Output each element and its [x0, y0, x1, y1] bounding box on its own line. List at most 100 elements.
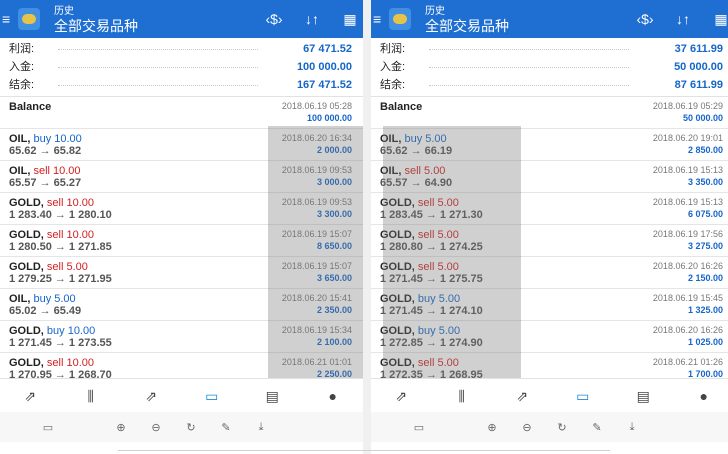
- deal-action: sell 10.00: [33, 165, 81, 177]
- dotted-leader: [58, 49, 258, 50]
- menu-icon[interactable]: ≡: [2, 12, 12, 26]
- balance-row[interactable]: Balance 2018.06.19 05:29 50 000.00: [371, 97, 728, 129]
- zoom-out-icon[interactable]: ⊖: [521, 421, 533, 434]
- summary-row: 利润: 37 611.99: [371, 40, 728, 58]
- watermark-overlay: [383, 126, 521, 378]
- symbol-name: OIL,: [9, 293, 31, 305]
- edit-icon[interactable]: ✎: [220, 421, 232, 434]
- balance-row[interactable]: Balance 2018.06.19 05:28 100 000.00: [0, 97, 363, 129]
- all-symbols-title[interactable]: 全部交易品种: [425, 19, 509, 33]
- deal-prices: 65.62 → 65.82: [9, 145, 82, 157]
- currency-exchange-icon[interactable]: ‹$›: [632, 11, 658, 27]
- logo-icon: [18, 8, 40, 30]
- chat-tab-icon[interactable]: ●: [689, 388, 719, 404]
- deal-prices: 1 280.50 → 1 271.85: [9, 241, 112, 253]
- chart-tab-icon[interactable]: ⇗: [507, 388, 537, 405]
- history-title: 历史: [54, 6, 74, 17]
- sort-icon[interactable]: ↓↑: [670, 11, 696, 27]
- deal-prices: 65.02 → 65.49: [9, 305, 82, 317]
- deal-date: 2018.06.19 15:13: [652, 165, 723, 175]
- deal-prices: 65.57 → 65.27: [9, 177, 82, 189]
- header-actions: ‹$› ↓↑ ▦: [620, 0, 728, 38]
- summary-value: 100 000.00: [296, 61, 352, 73]
- deal-amount: 6 075.00: [687, 209, 723, 219]
- symbol-name: GOLD,: [9, 229, 44, 241]
- deal-amount: 2 850.00: [687, 145, 723, 155]
- summary-label: 入金:: [380, 61, 406, 73]
- account-summary: 利润: 67 471.52 入金: 100 000.00 结余: 167 471.52: [0, 40, 363, 96]
- deal-symbol: OIL, sell 10.00: [9, 165, 81, 177]
- trade-tab-icon[interactable]: ⇗: [15, 388, 45, 405]
- symbol-name: GOLD,: [9, 197, 44, 209]
- summary-label: 入金:: [9, 61, 35, 73]
- dotted-leader: [58, 85, 258, 86]
- logo-icon: [389, 8, 411, 30]
- deal-symbol: GOLD, sell 10.00: [9, 197, 94, 209]
- deal-prices: 1 270.95 → 1 268.70: [9, 369, 112, 378]
- trade-tab-icon[interactable]: ⇗: [386, 388, 416, 405]
- currency-exchange-icon[interactable]: ‹$›: [261, 11, 287, 27]
- all-symbols-title[interactable]: 全部交易品种: [54, 19, 138, 33]
- summary-value: 87 611.99: [674, 79, 723, 91]
- deal-action: sell 5.00: [46, 261, 88, 273]
- deal-action: sell 10.00: [46, 197, 94, 209]
- history-tab-icon[interactable]: ▭: [568, 388, 598, 405]
- download-icon[interactable]: ⤓: [626, 421, 638, 434]
- deal-amount: 2 150.00: [687, 273, 723, 283]
- summary-row: 入金: 100 000.00: [0, 58, 363, 76]
- zoom-out-icon[interactable]: ⊖: [150, 421, 162, 434]
- deal-amount: 100 000.00: [306, 113, 352, 123]
- watermark-overlay: [268, 126, 363, 378]
- deal-amount: 50 000.00: [682, 113, 723, 123]
- deal-amount: 1 025.00: [687, 337, 723, 347]
- bottom-divider: [118, 450, 610, 451]
- symbol-name: GOLD,: [9, 357, 44, 369]
- news-tab-icon[interactable]: ▤: [257, 388, 287, 405]
- device-icon[interactable]: ▭: [42, 421, 54, 434]
- deal-date: 2018.06.19 15:13: [652, 197, 723, 207]
- chat-tab-icon[interactable]: ●: [318, 388, 348, 404]
- history-panel-left: ≡ 历史 全部交易品种 ‹$› ↓↑ ▦ 利润: 67 471.52 入金: 100 000.00…: [0, 0, 363, 445]
- summary-row: 结余: 87 611.99: [371, 76, 728, 94]
- viewer-toolbar: ▭ ⊕ ⊖ ↻ ✎ ⤓: [0, 412, 363, 442]
- summary-row: 入金: 50 000.00: [371, 58, 728, 76]
- edit-icon[interactable]: ✎: [591, 421, 603, 434]
- calendar-icon[interactable]: ▦: [708, 11, 728, 28]
- summary-value: 37 611.99: [674, 43, 723, 55]
- rotate-icon[interactable]: ↻: [556, 421, 568, 434]
- rotate-icon[interactable]: ↻: [185, 421, 197, 434]
- device-icon[interactable]: ▭: [413, 421, 425, 434]
- dotted-leader: [58, 67, 258, 68]
- deal-prices: 1 283.40 → 1 280.10: [9, 209, 112, 221]
- sort-icon[interactable]: ↓↑: [299, 11, 325, 27]
- zoom-in-icon[interactable]: ⊕: [486, 421, 498, 434]
- quotes-tab-icon[interactable]: ⫼: [76, 388, 106, 405]
- history-tab-icon[interactable]: ▭: [197, 388, 227, 405]
- summary-label: 利润:: [9, 43, 35, 55]
- deal-action: buy 5.00: [33, 293, 76, 305]
- header-bar: ≡ 历史全部交易品种 ‹$› ↓↑ ▦: [0, 0, 363, 38]
- news-tab-icon[interactable]: ▤: [628, 388, 658, 405]
- zoom-in-icon[interactable]: ⊕: [115, 421, 127, 434]
- dotted-leader: [429, 49, 629, 50]
- chart-tab-icon[interactable]: ⇗: [136, 388, 166, 405]
- calendar-icon[interactable]: ▦: [337, 11, 363, 28]
- deal-action: sell 10.00: [46, 357, 94, 369]
- deal-date: 2018.06.19 15:45: [652, 293, 723, 303]
- deal-amount: 3 275.00: [687, 241, 723, 251]
- deal-date: 2018.06.19 05:28: [281, 101, 352, 111]
- deal-prices: 1 279.25 → 1 271.95: [9, 273, 112, 285]
- quotes-tab-icon[interactable]: ⫼: [447, 388, 477, 405]
- bottom-tab-bar: ⇗ ⫼ ⇗ ▭ ▤ ●: [0, 378, 363, 413]
- symbol-name: OIL,: [9, 133, 31, 145]
- deal-action: buy 10.00: [33, 133, 82, 145]
- balance-label: Balance: [380, 101, 423, 113]
- menu-icon[interactable]: ≡: [373, 12, 383, 26]
- deal-action: buy 10.00: [46, 325, 96, 337]
- download-icon[interactable]: ⤓: [255, 421, 267, 434]
- summary-label: 利润:: [380, 43, 406, 55]
- account-summary: 利润: 37 611.99 入金: 50 000.00 结余: 87 611.99: [371, 40, 728, 96]
- summary-row: 结余: 167 471.52: [0, 76, 363, 94]
- deal-symbol: OIL, buy 5.00: [9, 293, 76, 305]
- deal-prices: 1 271.45 → 1 273.55: [9, 337, 112, 349]
